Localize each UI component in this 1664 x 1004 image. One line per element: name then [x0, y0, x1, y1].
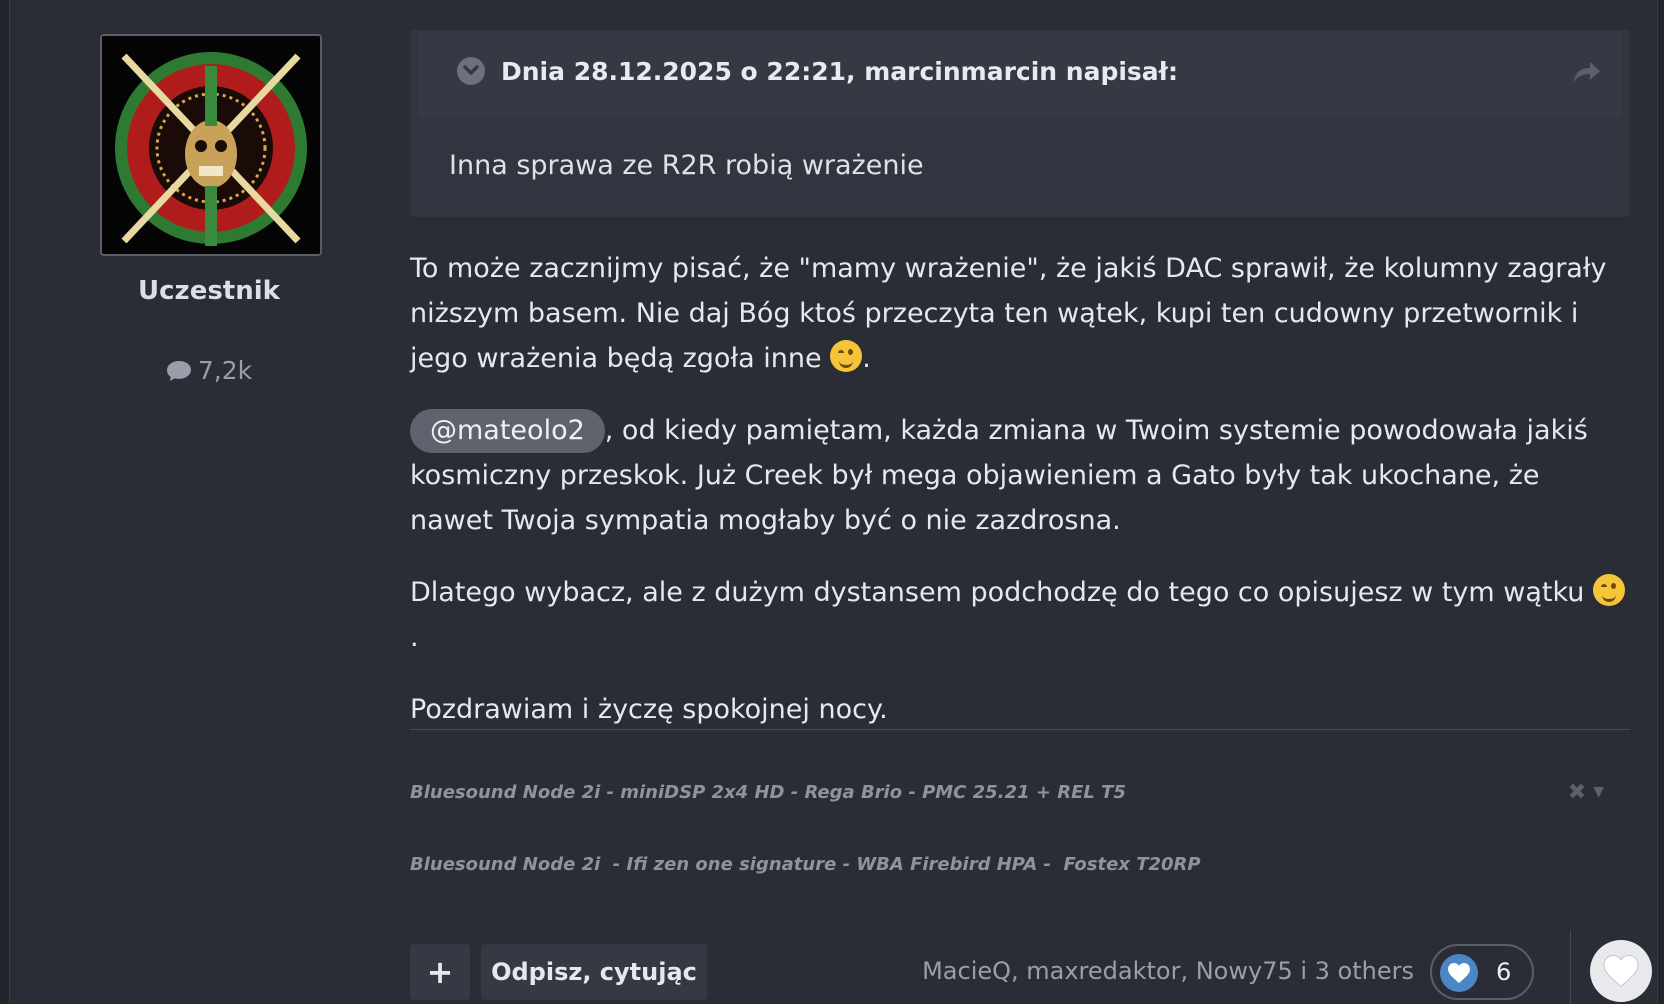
reaction-summary[interactable]: 6 — [1430, 944, 1534, 1000]
left-border — [0, 0, 10, 1004]
reaction-count: 6 — [1496, 958, 1512, 986]
post-paragraph-1-text: To może zacznijmy pisać, że "mamy wrażen… — [410, 253, 1607, 374]
footer-divider — [1570, 930, 1571, 1004]
share-arrow-icon[interactable] — [1572, 60, 1602, 84]
signature-line-1: Bluesound Node 2i - miniDSP 2x4 HD - Reg… — [410, 782, 1126, 803]
post-paragraph-3-end: . — [410, 622, 419, 653]
wink-emoji-icon — [1593, 574, 1625, 606]
quote-header: Dnia 28.12.2025 o 22:21, marcinmarcin na… — [418, 30, 1622, 118]
chevron-down-icon — [463, 65, 479, 75]
post-paragraph-4: Pozdrawiam i życzę spokojnej nocy. — [410, 694, 888, 725]
signature-divider — [410, 729, 1630, 730]
wink-emoji-icon — [830, 340, 863, 372]
post-paragraph-3: Dlatego wybacz, ale z dużym dystansem po… — [410, 570, 1630, 660]
author-post-count[interactable]: 7,2k — [110, 356, 308, 385]
react-button[interactable] — [1590, 940, 1652, 1002]
post-paragraph-3-text: Dlatego wybacz, ale z dużym dystansem po… — [410, 577, 1585, 608]
signature-line-2: Bluesound Node 2i - Ifi zen one signatur… — [410, 854, 1201, 875]
close-icon[interactable]: ✖ — [1568, 780, 1586, 805]
author-rank: Uczestnik — [138, 276, 280, 306]
quote-block: Dnia 28.12.2025 o 22:21, marcinmarcin na… — [410, 30, 1630, 217]
avatar-emblem-icon — [102, 36, 320, 254]
chevron-down-icon[interactable]: ▼ — [1593, 784, 1604, 800]
quote-text: Inna sprawa ze R2R robią wrażenie — [449, 150, 924, 181]
quote-collapse-toggle[interactable] — [457, 57, 485, 85]
quote-citation: Dnia 28.12.2025 o 22:21, marcinmarcin na… — [501, 57, 1178, 86]
right-border — [1657, 0, 1664, 1004]
heart-icon — [1603, 955, 1639, 987]
reactions-users[interactable]: MacieQ, maxredaktor, Nowy75 i 3 others — [922, 957, 1414, 985]
post-count-value: 7,2k — [197, 356, 253, 385]
heart-reaction-icon — [1440, 954, 1478, 992]
post-paragraph-1-end: . — [862, 343, 871, 374]
post-content: To może zacznijmy pisać, że "mamy wrażen… — [410, 246, 1630, 759]
post-paragraph-2: @mateolo2, od kiedy pamiętam, każda zmia… — [410, 408, 1630, 543]
reply-quote-button[interactable]: Odpisz, cytując — [481, 944, 707, 1000]
comment-icon — [166, 361, 191, 381]
multiquote-add-button[interactable]: + — [410, 944, 470, 1000]
user-mention-link[interactable]: @mateolo2 — [410, 409, 605, 453]
post-paragraph-1: To może zacznijmy pisać, że "mamy wrażen… — [410, 246, 1630, 381]
avatar[interactable] — [100, 34, 322, 256]
signature-controls[interactable]: ✖ ▼ — [1568, 780, 1604, 805]
